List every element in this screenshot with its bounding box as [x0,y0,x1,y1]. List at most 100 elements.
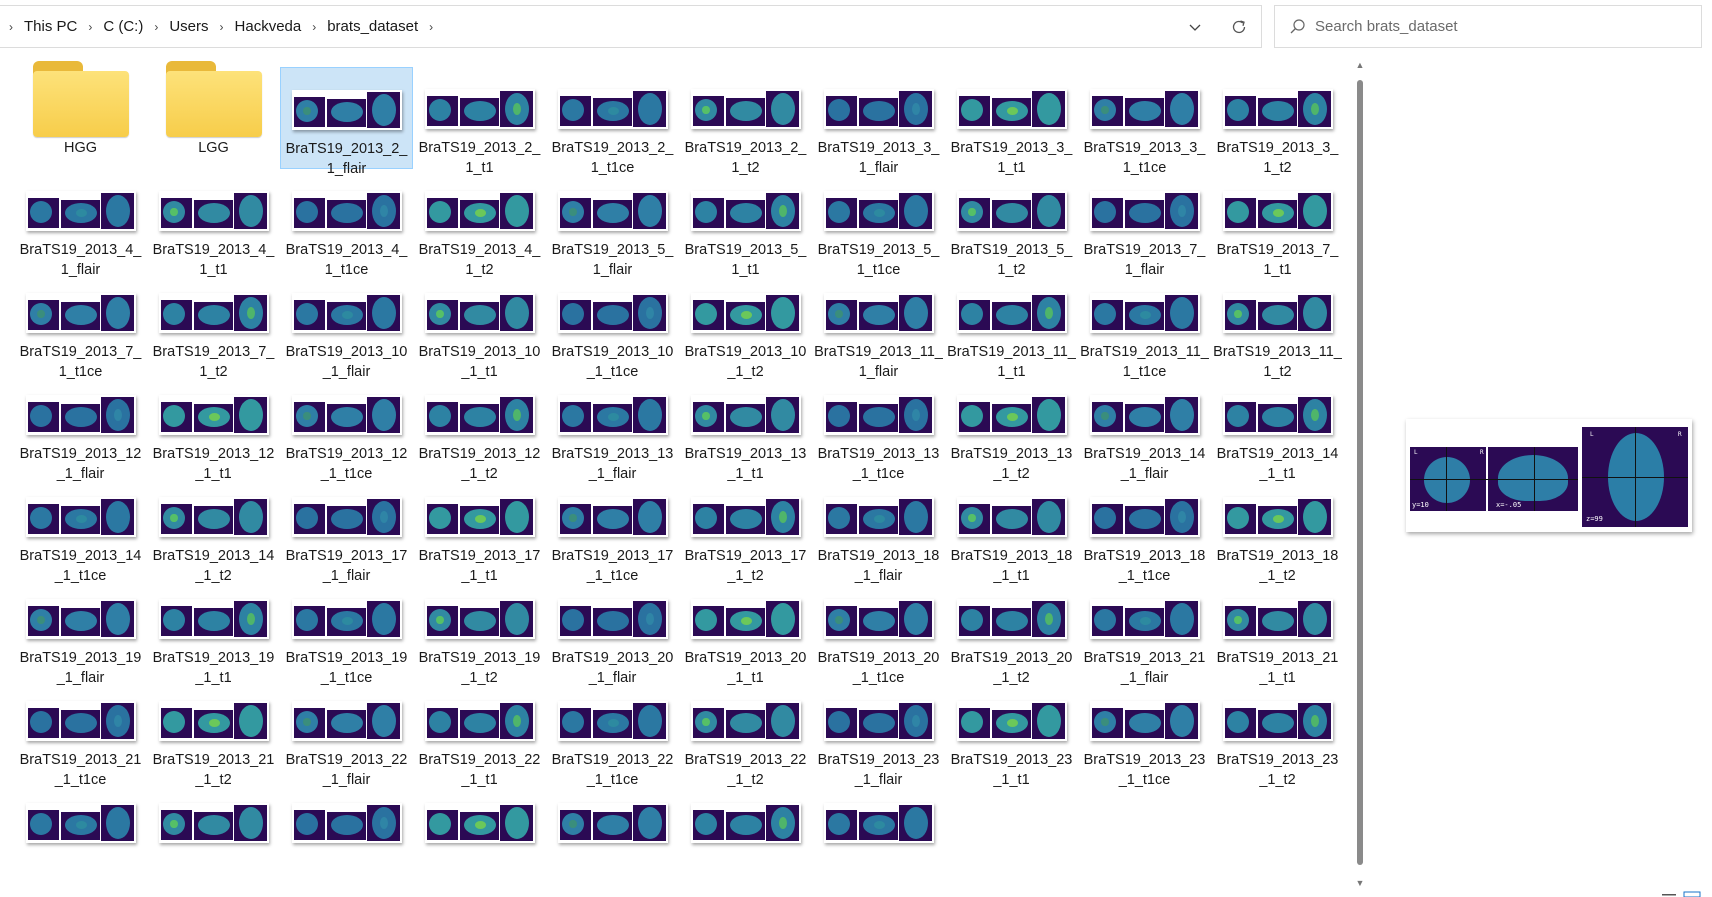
file-item[interactable]: BraTS19_2013_11_1_flair [812,271,945,380]
file-item[interactable]: BraTS19_2013_19_1_t1 [147,577,280,686]
file-item[interactable]: BraTS19_2013_12_1_t2 [413,373,546,482]
file-item[interactable]: BraTS19_2013_4_1_flair [14,169,147,278]
file-item[interactable]: BraTS19_2013_12_1_t1 [147,373,280,482]
file-item[interactable]: BraTS19_2013_3_1_t1ce [1078,67,1211,176]
file-item[interactable]: BraTS19_2013_23_1_t2 [1211,679,1344,788]
file-item[interactable]: BraTS19_2013_14_1_t1ce [14,475,147,584]
file-item[interactable]: BraTS19_2013_20_1_t2 [945,577,1078,686]
scroll-down-icon[interactable]: ▼ [1355,878,1365,890]
file-item[interactable] [546,781,679,883]
file-item[interactable]: BraTS19_2013_10_1_t1 [413,271,546,380]
file-item[interactable]: BraTS19_2013_7_1_t2 [147,271,280,380]
file-item[interactable]: BraTS19_2013_21_1_t1 [1211,577,1344,686]
file-item[interactable]: BraTS19_2013_10_1_t2 [679,271,812,380]
file-item[interactable]: BraTS19_2013_13_1_t1 [679,373,812,482]
file-item[interactable]: BraTS19_2013_10_1_t1ce [546,271,679,380]
file-item[interactable]: BraTS19_2013_3_1_t1 [945,67,1078,176]
folder-item-lgg[interactable]: LGG [147,61,280,169]
file-item[interactable] [147,781,280,883]
breadcrumb-users[interactable]: Users [163,18,214,35]
file-item[interactable]: BraTS19_2013_22_1_flair [280,679,413,788]
file-item[interactable]: BraTS19_2013_23_1_flair [812,679,945,788]
file-item[interactable]: BraTS19_2013_13_1_flair [546,373,679,482]
file-item[interactable]: BraTS19_2013_20_1_t1 [679,577,812,686]
file-item[interactable]: BraTS19_2013_21_1_flair [1078,577,1211,686]
chevron-right-icon[interactable]: › [215,20,229,34]
chevron-right-icon[interactable]: › [149,20,163,34]
file-item[interactable]: BraTS19_2013_3_1_flair [812,67,945,176]
thumbnail-brain [64,407,97,427]
view-toggle-icons[interactable] [1660,888,1706,897]
file-item[interactable] [679,781,812,883]
file-item[interactable]: BraTS19_2013_13_1_t1ce [812,373,945,482]
file-item[interactable]: BraTS19_2013_23_1_t1 [945,679,1078,788]
file-item[interactable]: BraTS19_2013_4_1_t2 [413,169,546,278]
file-item[interactable]: BraTS19_2013_2_1_flair [280,67,413,177]
search-input[interactable] [1315,18,1675,35]
file-item[interactable]: BraTS19_2013_2_1_t1 [413,67,546,176]
file-item[interactable]: BraTS19_2013_12_1_t1ce [280,373,413,482]
file-item[interactable]: BraTS19_2013_20_1_t1ce [812,577,945,686]
file-item[interactable] [413,781,546,883]
refresh-button[interactable] [1217,6,1261,47]
file-item[interactable]: BraTS19_2013_12_1_flair [14,373,147,482]
file-item[interactable]: BraTS19_2013_4_1_t1ce [280,169,413,278]
file-item[interactable]: BraTS19_2013_5_1_t2 [945,169,1078,278]
chevron-right-icon[interactable]: › [83,20,97,34]
folder-item-hgg[interactable]: HGG [14,61,147,169]
file-item[interactable]: BraTS19_2013_4_1_t1 [147,169,280,278]
file-item[interactable]: BraTS19_2013_22_1_t1 [413,679,546,788]
file-item[interactable]: BraTS19_2013_14_1_t1 [1211,373,1344,482]
search-box[interactable] [1274,5,1702,48]
file-item[interactable]: BraTS19_2013_18_1_t1 [945,475,1078,584]
file-item[interactable]: BraTS19_2013_10_1_flair [280,271,413,380]
scroll-up-icon[interactable]: ▲ [1355,60,1365,72]
breadcrumb-hackveda[interactable]: Hackveda [229,18,308,35]
file-item[interactable]: BraTS19_2013_14_1_flair [1078,373,1211,482]
chevron-right-icon[interactable]: › [307,20,321,34]
file-item[interactable]: BraTS19_2013_7_1_flair [1078,169,1211,278]
vertical-scrollbar[interactable]: ▲ ▼ [1353,60,1367,890]
file-item[interactable]: BraTS19_2013_3_1_t2 [1211,67,1344,176]
file-item[interactable]: BraTS19_2013_19_1_flair [14,577,147,686]
file-item[interactable]: BraTS19_2013_5_1_t1ce [812,169,945,278]
breadcrumb-this-pc[interactable]: This PC [18,18,83,35]
thumbnail-highlight [607,107,619,115]
breadcrumb-c-drive[interactable]: C (C:) [97,18,149,35]
file-item[interactable]: BraTS19_2013_13_1_t2 [945,373,1078,482]
file-item[interactable]: BraTS19_2013_19_1_t1ce [280,577,413,686]
file-item[interactable]: BraTS19_2013_20_1_flair [546,577,679,686]
file-item[interactable]: BraTS19_2013_7_1_t1ce [14,271,147,380]
file-item[interactable] [280,781,413,883]
file-item[interactable]: BraTS19_2013_17_1_t1 [413,475,546,584]
file-item[interactable]: BraTS19_2013_17_1_t2 [679,475,812,584]
file-item[interactable]: BraTS19_2013_18_1_t2 [1211,475,1344,584]
file-item[interactable]: BraTS19_2013_11_1_t2 [1211,271,1344,380]
history-dropdown-button[interactable] [1173,6,1217,47]
file-item[interactable]: BraTS19_2013_23_1_t1ce [1078,679,1211,788]
file-item[interactable]: BraTS19_2013_18_1_flair [812,475,945,584]
scrollbar-thumb[interactable] [1357,80,1363,865]
address-bar[interactable]: › This PC › C (C:) › Users › Hackveda › … [0,5,1262,48]
file-item[interactable] [14,781,147,883]
chevron-right-icon[interactable]: › [4,20,18,34]
file-item[interactable]: BraTS19_2013_2_1_t2 [679,67,812,176]
file-item[interactable]: BraTS19_2013_11_1_t1ce [1078,271,1211,380]
file-item[interactable]: BraTS19_2013_17_1_flair [280,475,413,584]
chevron-right-icon[interactable]: › [424,20,438,34]
file-item[interactable]: BraTS19_2013_11_1_t1 [945,271,1078,380]
file-item[interactable]: BraTS19_2013_5_1_t1 [679,169,812,278]
file-item[interactable]: BraTS19_2013_22_1_t2 [679,679,812,788]
file-item[interactable]: BraTS19_2013_22_1_t1ce [546,679,679,788]
file-item[interactable]: BraTS19_2013_21_1_t1ce [14,679,147,788]
file-item[interactable]: BraTS19_2013_2_1_t1ce [546,67,679,176]
breadcrumb-brats-dataset[interactable]: brats_dataset [321,18,424,35]
file-item[interactable]: BraTS19_2013_7_1_t1 [1211,169,1344,278]
file-item[interactable]: BraTS19_2013_18_1_t1ce [1078,475,1211,584]
file-item[interactable]: BraTS19_2013_19_1_t2 [413,577,546,686]
file-item[interactable]: BraTS19_2013_5_1_flair [546,169,679,278]
file-item[interactable]: BraTS19_2013_14_1_t2 [147,475,280,584]
file-item[interactable] [812,781,945,883]
file-item[interactable]: BraTS19_2013_17_1_t1ce [546,475,679,584]
file-item[interactable]: BraTS19_2013_21_1_t2 [147,679,280,788]
